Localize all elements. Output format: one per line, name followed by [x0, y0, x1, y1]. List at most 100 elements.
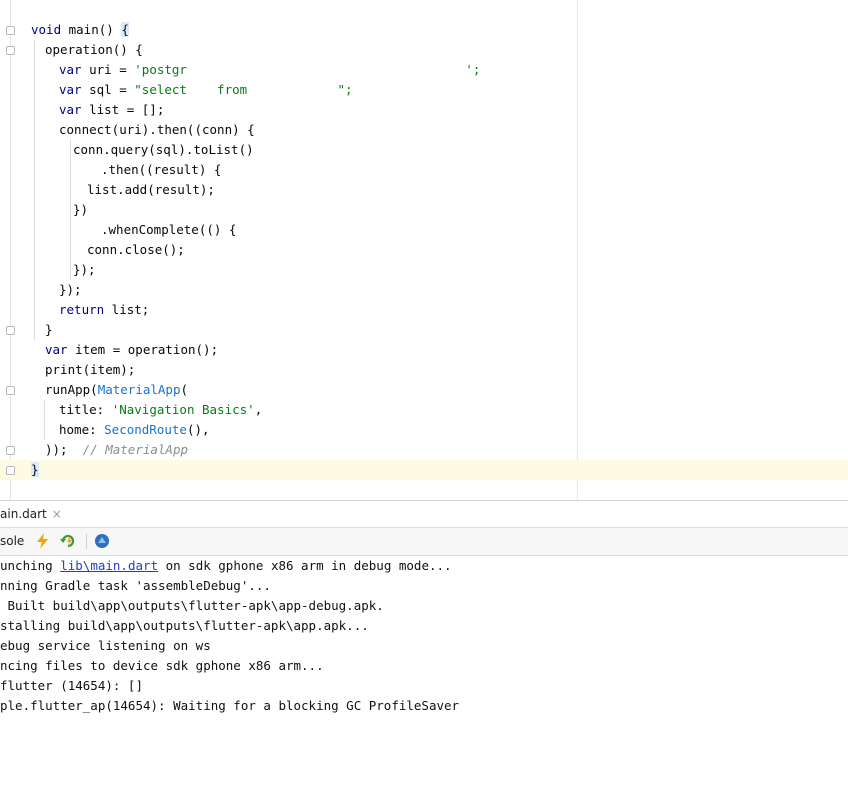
console-line[interactable]: flutter (14654): [] [0, 676, 143, 696]
code-token: nning Gradle task 'assembleDebug'... [0, 578, 271, 593]
code-token: , [254, 402, 263, 417]
code-token: sql = [81, 82, 135, 97]
run-toolbar: sole [0, 528, 848, 556]
code-line[interactable]: conn.query(sql).toList() [73, 140, 254, 160]
console-tab-label[interactable]: sole [0, 528, 24, 555]
code-token: }); [73, 262, 96, 277]
indent-guide [44, 400, 45, 440]
code-token: (), [186, 422, 210, 437]
code-line[interactable]: var uri = 'postgr '; [59, 60, 480, 80]
code-token: '; [465, 62, 481, 77]
code-token: }) [73, 202, 89, 217]
code-token: flutter (14654): [] [0, 678, 143, 693]
code-token: print(item); [45, 362, 136, 377]
code-token: } [31, 462, 39, 477]
code-line[interactable]: return list; [59, 300, 149, 320]
code-line[interactable]: conn.close(); [87, 240, 185, 260]
code-line[interactable]: runApp(MaterialApp( [45, 380, 188, 400]
code-token: var [59, 62, 82, 77]
fold-marker-icon[interactable] [6, 26, 15, 35]
code-token: list; [104, 302, 150, 317]
console-line[interactable]: ncing files to device sdk gphone x86 arm… [0, 656, 324, 676]
code-line[interactable]: )); // MaterialApp [45, 440, 188, 460]
code-token: ple.flutter_ap(14654): Waiting for a blo… [0, 698, 460, 713]
console-line[interactable]: stalling build\app\outputs\flutter-apk\a… [0, 616, 369, 636]
fold-marker-icon[interactable] [6, 466, 15, 475]
console-output[interactable]: unching lib\main.dart on sdk gphone x86 … [0, 556, 848, 800]
fold-marker-icon[interactable] [6, 46, 15, 55]
code-token: 'postgr [134, 62, 187, 77]
indent-guide [34, 40, 35, 340]
console-line[interactable]: Built build\app\outputs\flutter-apk\app-… [0, 596, 384, 616]
current-line-highlight [0, 460, 848, 480]
code-token: operation() { [45, 42, 143, 57]
code-line[interactable]: print(item); [45, 360, 135, 380]
console-line[interactable]: ple.flutter_ap(14654): Waiting for a blo… [0, 696, 459, 716]
code-token: list = []; [81, 102, 165, 117]
code-token: void [31, 22, 62, 37]
code-token: connect(uri).then((conn) { [59, 122, 255, 137]
code-token: "select from "; [134, 82, 353, 97]
panel-divider[interactable] [0, 500, 848, 501]
code-line[interactable]: connect(uri).then((conn) { [59, 120, 255, 140]
run-tab-main-dart[interactable]: ain.dart × [0, 502, 66, 527]
hot-reload-icon[interactable] [35, 533, 51, 549]
code-token: on sdk gphone x86 arm in debug mode... [158, 558, 452, 573]
code-token: uri = [81, 62, 135, 77]
code-line[interactable]: } [31, 460, 39, 480]
code-line[interactable]: }); [59, 280, 82, 300]
code-token: var [45, 342, 68, 357]
code-line[interactable]: list.add(result); [87, 180, 215, 200]
code-token: ncing files to device sdk gphone x86 arm… [0, 658, 324, 673]
code-line[interactable]: .whenComplete(() { [101, 220, 236, 240]
console-line[interactable]: nning Gradle task 'assembleDebug'... [0, 576, 271, 596]
run-tab-label: ain.dart [0, 507, 47, 521]
code-token: Built build\app\outputs\flutter-apk\app-… [0, 598, 384, 613]
code-token: { [121, 22, 129, 37]
file-link[interactable]: lib\main.dart [60, 558, 158, 573]
code-line[interactable]: title: 'Navigation Basics', [59, 400, 262, 420]
code-line[interactable]: } [45, 320, 53, 340]
close-icon[interactable]: × [52, 507, 62, 521]
code-line[interactable]: .then((result) { [101, 160, 221, 180]
code-token: }); [59, 282, 82, 297]
code-token: home: [59, 422, 105, 437]
right-margin-guide [577, 0, 578, 500]
code-token: ebug service listening on ws [0, 638, 211, 653]
code-line[interactable]: var list = []; [59, 100, 164, 120]
code-line[interactable]: operation() { [45, 40, 143, 60]
code-token: ( [180, 382, 189, 397]
code-token: conn.close(); [87, 242, 185, 257]
code-token: SecondRoute [104, 422, 187, 437]
code-line[interactable]: }) [73, 200, 88, 220]
fold-marker-icon[interactable] [6, 386, 15, 395]
code-line[interactable]: home: SecondRoute(), [59, 420, 210, 440]
devtools-icon[interactable] [94, 533, 110, 549]
code-token: 'Navigation Basics' [111, 402, 255, 417]
code-token: MaterialApp [97, 382, 181, 397]
run-tab-bar: ain.dart × [0, 502, 848, 528]
code-line[interactable]: }); [73, 260, 96, 280]
code-token: )); [45, 442, 83, 457]
code-token: var [59, 82, 82, 97]
code-token: item = operation(); [67, 342, 219, 357]
console-line[interactable]: unching lib\main.dart on sdk gphone x86 … [0, 556, 452, 576]
code-token: // MaterialApp [82, 442, 188, 457]
toolbar-separator [86, 534, 87, 549]
fold-marker-icon[interactable] [6, 446, 15, 455]
code-editor[interactable]: void main() { operation() { var uri = 'pos… [0, 0, 848, 500]
code-token: title: [59, 402, 112, 417]
fold-marker-icon[interactable] [6, 326, 15, 335]
code-token: main() [61, 22, 122, 37]
indent-guide [70, 140, 71, 280]
console-line[interactable]: ebug service listening on ws [0, 636, 211, 656]
code-token: unching [0, 558, 61, 573]
code-line[interactable]: var item = operation(); [45, 340, 218, 360]
code-token: .whenComplete(() { [101, 222, 237, 237]
code-token: } [45, 322, 53, 337]
code-line[interactable]: void main() { [31, 20, 129, 40]
code-line[interactable]: var sql = "select from "; [59, 80, 353, 100]
hot-restart-icon[interactable] [60, 533, 76, 549]
code-token: conn.query(sql).toList() [73, 142, 254, 157]
